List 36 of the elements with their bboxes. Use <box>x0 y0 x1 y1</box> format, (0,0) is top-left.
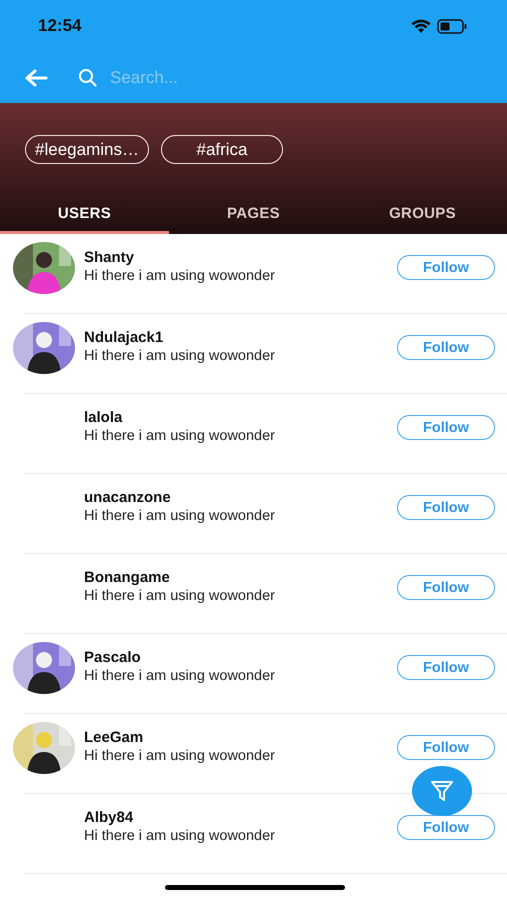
hashtag-chip[interactable]: #africa <box>161 135 283 164</box>
user-bio: Hi there i am using wowonder <box>84 668 276 684</box>
follow-button[interactable]: Follow <box>397 495 495 520</box>
user-bio: Hi there i am using wowonder <box>84 588 276 604</box>
filter-icon <box>430 779 454 803</box>
wifi-icon <box>411 18 431 34</box>
user-bio: Hi there i am using wowonder <box>84 268 276 284</box>
follow-button[interactable]: Follow <box>397 735 495 760</box>
user-name: Bonangame <box>84 569 171 586</box>
follow-button[interactable]: Follow <box>397 335 495 360</box>
follow-button[interactable]: Follow <box>397 655 495 680</box>
battery-icon <box>437 18 467 34</box>
user-name: Pascalo <box>84 649 142 666</box>
user-name: Ndulajack1 <box>84 329 164 346</box>
search-field[interactable]: Search... <box>108 66 412 88</box>
hashtag-chip[interactable]: #leegamins… <box>25 135 149 164</box>
user-bio: Hi there i am using wowonder <box>84 828 276 844</box>
status-time: 12:54 <box>38 16 82 36</box>
user-name: unacanzone <box>84 489 172 506</box>
user-name: LeeGam <box>84 729 144 746</box>
tab[interactable]: USERS <box>0 196 169 234</box>
user-name: lalola <box>84 409 124 426</box>
search-icon <box>78 68 98 88</box>
follow-button[interactable]: Follow <box>397 255 495 280</box>
back-arrow-icon[interactable] <box>24 68 48 86</box>
follow-button[interactable]: Follow <box>397 815 495 840</box>
follow-button[interactable]: Follow <box>397 415 495 440</box>
user-bio: Hi there i am using wowonder <box>84 748 276 764</box>
user-bio: Hi there i am using wowonder <box>84 508 276 524</box>
tab[interactable]: GROUPS <box>338 196 507 234</box>
tab[interactable]: PAGES <box>169 196 338 234</box>
user-bio: Hi there i am using wowonder <box>84 348 276 364</box>
user-name: Alby84 <box>84 809 134 826</box>
user-name: Shanty <box>84 249 136 266</box>
follow-button[interactable]: Follow <box>397 575 495 600</box>
user-bio: Hi there i am using wowonder <box>84 428 276 444</box>
